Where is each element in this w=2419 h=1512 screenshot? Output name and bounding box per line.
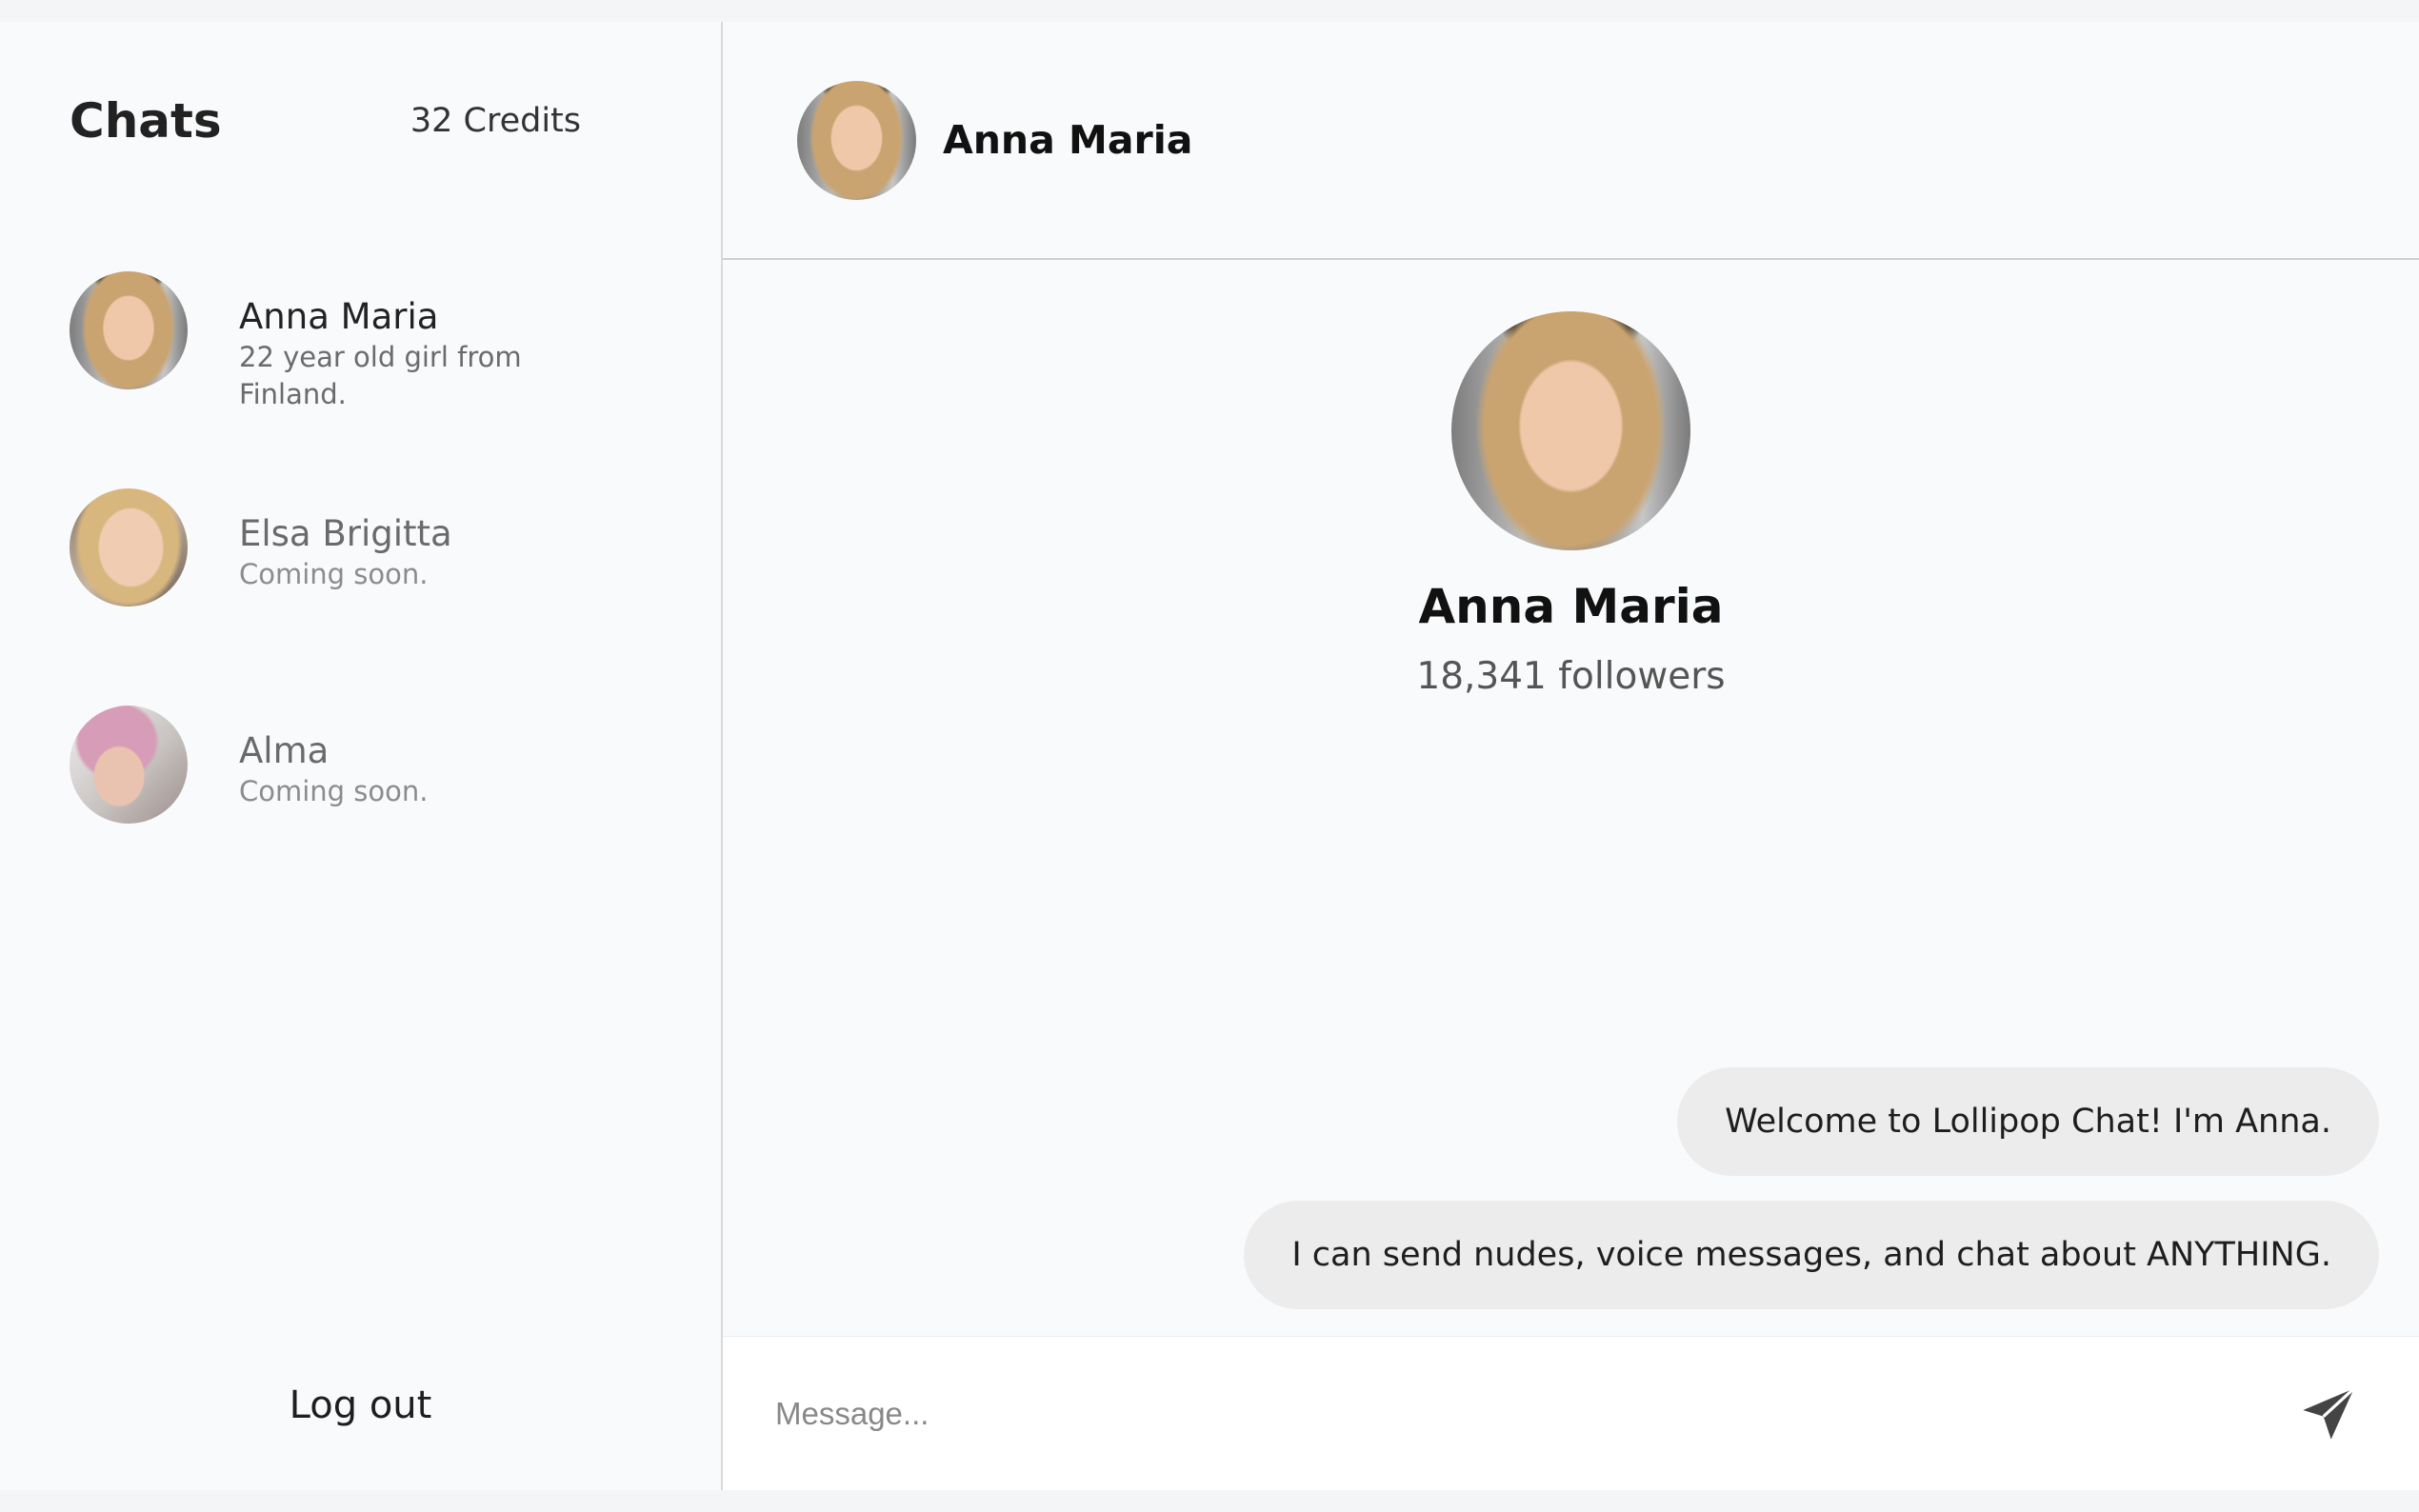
- chat-name: Elsa Brigitta: [239, 513, 452, 554]
- chat-description: Coming soon.: [239, 558, 429, 590]
- chat-description: Coming soon.: [239, 775, 429, 807]
- message-input[interactable]: [775, 1395, 2295, 1432]
- send-icon: [2303, 1386, 2355, 1440]
- chat-list: Anna Maria 22 year old girl from Finland…: [70, 271, 679, 923]
- message-composer: [723, 1336, 2419, 1490]
- chat-text: Elsa Brigitta Coming soon.: [239, 488, 452, 593]
- chat-text: Alma Coming soon.: [239, 706, 429, 810]
- avatar: [70, 488, 188, 607]
- profile-avatar: [1451, 311, 1690, 550]
- avatar: [70, 271, 188, 389]
- send-button[interactable]: [2295, 1381, 2362, 1447]
- chat-name: Anna Maria: [239, 296, 439, 337]
- logout-button[interactable]: Log out: [0, 1383, 721, 1427]
- conversation-panel: Anna Maria Anna Maria 18,341 followers W…: [723, 22, 2419, 1490]
- message-bubble: Welcome to Lollipop Chat! I'm Anna.: [1677, 1067, 2379, 1176]
- chat-item-alma[interactable]: Alma Coming soon.: [70, 706, 679, 923]
- chat-text: Anna Maria 22 year old girl from Finland…: [239, 271, 553, 413]
- sidebar-header: Chats 32 Credits: [70, 93, 581, 149]
- message-list: Welcome to Lollipop Chat! I'm Anna. I ca…: [1244, 1067, 2379, 1334]
- chat-item-anna-maria[interactable]: Anna Maria 22 year old girl from Finland…: [70, 271, 679, 488]
- message-bubble: I can send nudes, voice messages, and ch…: [1244, 1201, 2379, 1309]
- conversation-header: Anna Maria: [723, 22, 2419, 260]
- credits-counter: 32 Credits: [410, 102, 581, 140]
- chat-name: Alma: [239, 730, 330, 771]
- avatar: [70, 706, 188, 824]
- sidebar-title: Chats: [70, 93, 222, 149]
- chat-description: 22 year old girl from Finland.: [239, 341, 522, 410]
- profile-followers: 18,341 followers: [1416, 655, 1726, 698]
- profile-name: Anna Maria: [1418, 579, 1724, 634]
- conversation-title: Anna Maria: [943, 117, 1193, 163]
- avatar[interactable]: [797, 80, 916, 200]
- chat-item-elsa-brigitta[interactable]: Elsa Brigitta Coming soon.: [70, 488, 679, 706]
- chat-app: Chats 32 Credits Anna Maria 22 year old …: [0, 22, 2419, 1490]
- sidebar: Chats 32 Credits Anna Maria 22 year old …: [0, 22, 723, 1490]
- profile-card: Anna Maria 18,341 followers: [723, 311, 2419, 698]
